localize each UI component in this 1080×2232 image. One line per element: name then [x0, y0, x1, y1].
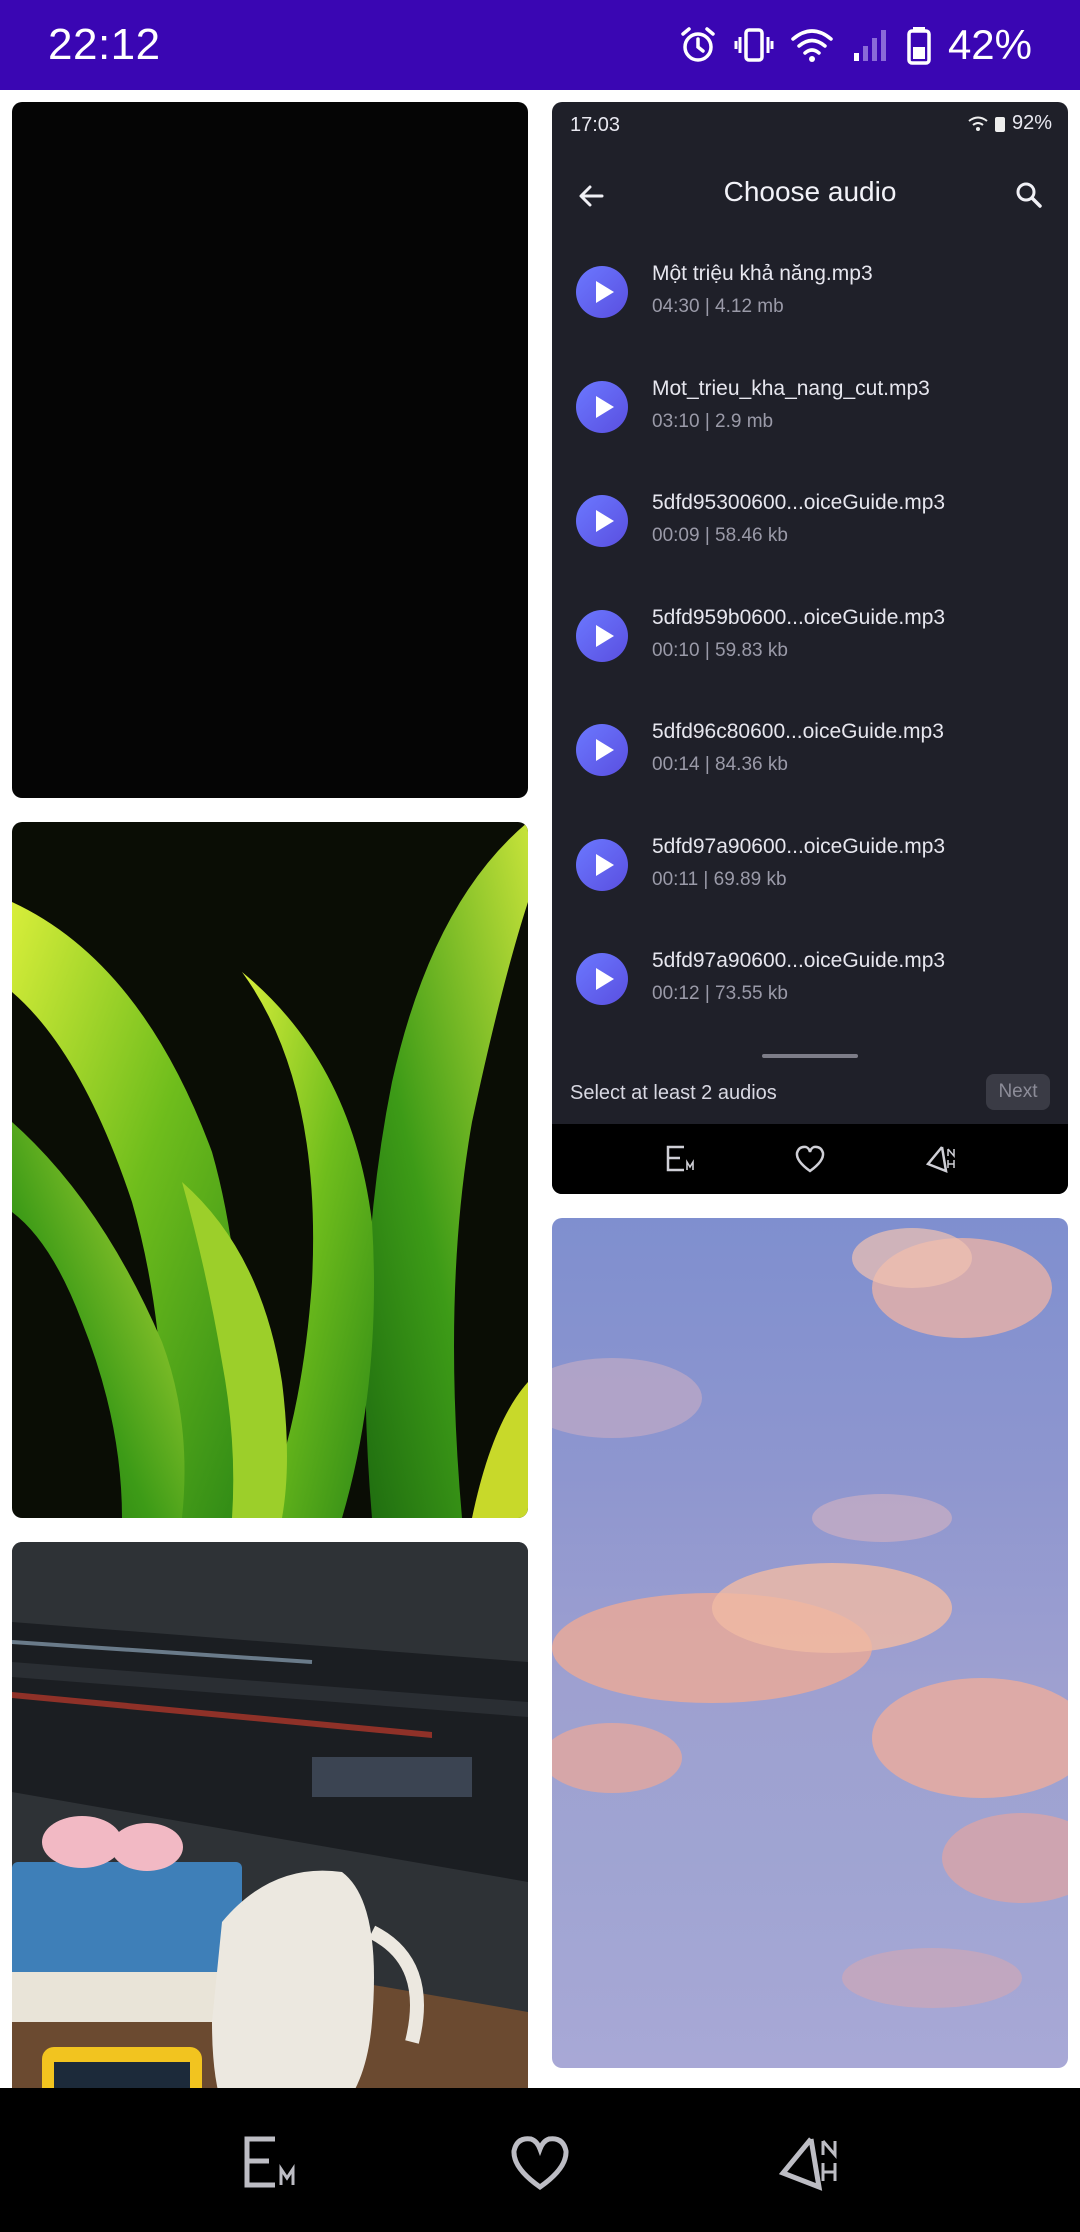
audio-meta: 00:10 | 59.83 kb [652, 639, 788, 661]
play-button[interactable] [576, 609, 628, 662]
search-icon[interactable] [1012, 178, 1046, 212]
battery-icon [994, 116, 1005, 132]
play-icon [596, 510, 614, 532]
screenshot-status-bar: 17:03 92% [552, 102, 1068, 150]
audio-row[interactable]: 5dfd959b0600...oiceGuide.mp3 00:10 | 59.8… [552, 586, 1068, 701]
play-icon [596, 968, 614, 990]
status-time: 22:12 [48, 20, 161, 69]
em-logo-icon [244, 2136, 295, 2188]
audio-meta: 00:09 | 58.46 kb [652, 525, 788, 546]
bottom-nav [0, 2088, 1080, 2232]
audio-row[interactable]: 5dfd95300600...oiceGuide.mp3 00:09 | 58.4… [552, 471, 1068, 586]
play-button[interactable] [576, 724, 628, 776]
audio-row[interactable]: Mot_trieu_kha_nang_cut.mp3 03:10 | 2.9 mb [552, 357, 1068, 472]
audio-row[interactable]: 5dfd97a90600...oiceGuide.mp3 00:11 | 69.8… [552, 815, 1068, 930]
anh-logo-icon [778, 2137, 837, 2191]
play-icon [596, 624, 614, 647]
status-bar: 22:12 42% [0, 0, 1080, 90]
audio-name: 5dfd959b0600...oiceGuide.mp3 [652, 605, 946, 629]
heart-tab[interactable] [495, 2118, 585, 2208]
audio-name: 5dfd95300600...oiceGuide.mp3 [652, 491, 946, 514]
audio-meta: 00:12 | 73.55 kb [652, 983, 788, 1004]
app-root: 22:12 42% 17:03 92% Choose audio Một tri… [0, 0, 1080, 2232]
heart-icon[interactable] [794, 1144, 826, 1174]
play-button[interactable] [576, 838, 628, 891]
sky-clouds-photo[interactable] [552, 1218, 1068, 2068]
screenshot-status-icons: 92% [968, 112, 1052, 135]
screenshot-bottom-nav [552, 1124, 1068, 1194]
choose-audio-screenshot[interactable]: 17:03 92% Choose audio Một triệu khả năn… [552, 102, 1068, 1194]
play-icon [596, 395, 614, 418]
audio-name: Mot_trieu_kha_nang_cut.mp3 [652, 376, 930, 400]
audio-list: Một triệu khả năng.mp3 04:30 | 4.12 mb Mot… [552, 242, 1068, 1044]
audio-row[interactable]: Một triệu khả năng.mp3 04:30 | 4.12 mb [552, 242, 1068, 357]
play-icon [596, 853, 614, 876]
battery-percent: 42% [947, 21, 1032, 68]
wifi-icon [791, 29, 833, 62]
snake-plant-photo[interactable] [12, 822, 528, 1518]
audio-name: 5dfd96c80600...oiceGuide.mp3 [652, 720, 944, 743]
vibrate-icon [734, 28, 774, 62]
audio-meta: 00:11 | 69.89 kb [652, 868, 787, 890]
play-button[interactable] [576, 495, 628, 547]
wifi-icon [968, 116, 988, 131]
audio-name: Một triệu khả năng.mp3 [652, 262, 873, 285]
screenshot-app-bar: Choose audio [552, 150, 1068, 242]
audio-meta: 03:10 | 2.9 mb [652, 410, 774, 432]
screenshot-battery: 92% [1011, 112, 1052, 134]
audio-row[interactable]: 5dfd96c80600...oiceGuide.mp3 00:14 | 84.3… [552, 700, 1068, 815]
dark-photo[interactable] [12, 102, 528, 798]
status-icons: 42% [678, 18, 1032, 72]
heart-icon [511, 2136, 569, 2191]
signal-icon [853, 30, 886, 61]
screenshot-time: 17:03 [570, 114, 621, 136]
selection-bar: Select at least 2 audios Next [552, 1064, 1068, 1124]
sky-illustration [552, 1228, 1068, 2008]
audio-meta: 00:14 | 84.36 kb [652, 754, 788, 775]
battery-icon [907, 27, 931, 65]
plant-illustration [12, 822, 528, 1518]
alarm-icon [681, 27, 715, 62]
play-button[interactable] [576, 266, 628, 318]
em-tab[interactable] [226, 2118, 316, 2208]
anh-tab[interactable] [765, 2118, 855, 2208]
drag-handle[interactable] [762, 1054, 858, 1058]
anh-logo-icon[interactable] [924, 1144, 958, 1174]
audio-name: 5dfd97a90600...oiceGuide.mp3 [652, 949, 946, 972]
audio-row[interactable]: 5dfd97a90600...oiceGuide.mp3 00:12 | 73.5… [552, 929, 1068, 1044]
play-button[interactable] [576, 953, 628, 1005]
audio-meta: 04:30 | 4.12 mb [652, 296, 784, 317]
selection-hint: Select at least 2 audios [570, 1082, 777, 1104]
play-button[interactable] [576, 380, 628, 433]
screenshot-title: Choose audio [723, 176, 897, 207]
play-icon [596, 739, 614, 761]
play-icon [596, 281, 614, 303]
em-logo-icon[interactable] [664, 1144, 698, 1174]
next-button[interactable]: Next [986, 1074, 1050, 1110]
audio-name: 5dfd97a90600...oiceGuide.mp3 [652, 834, 946, 858]
